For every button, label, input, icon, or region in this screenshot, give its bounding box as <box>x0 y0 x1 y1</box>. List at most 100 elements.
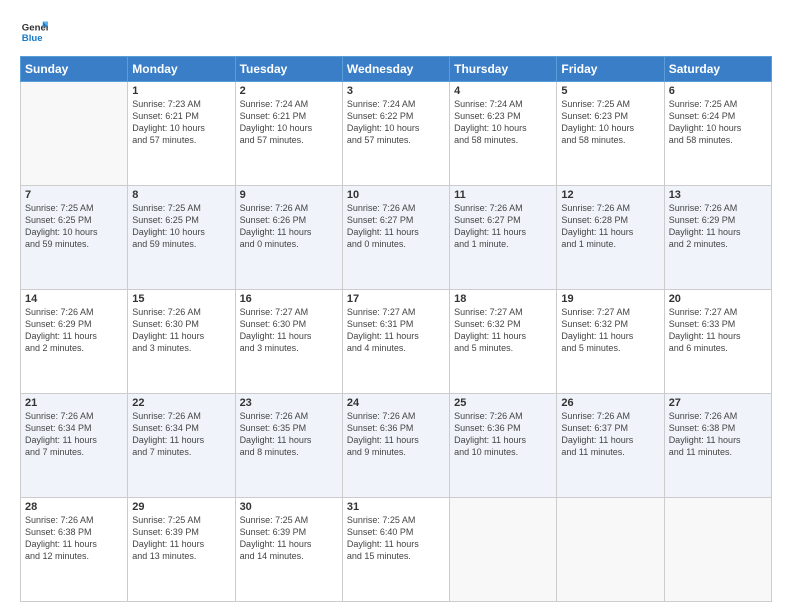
calendar-cell: 4Sunrise: 7:24 AMSunset: 6:23 PMDaylight… <box>450 82 557 186</box>
day-number: 31 <box>347 501 445 513</box>
day-info: Sunrise: 7:26 AMSunset: 6:38 PMDaylight:… <box>25 514 123 563</box>
day-number: 8 <box>132 189 230 201</box>
calendar-cell: 20Sunrise: 7:27 AMSunset: 6:33 PMDayligh… <box>664 290 771 394</box>
day-number: 17 <box>347 293 445 305</box>
calendar-cell <box>21 82 128 186</box>
day-number: 18 <box>454 293 552 305</box>
day-info: Sunrise: 7:24 AMSunset: 6:21 PMDaylight:… <box>240 98 338 147</box>
day-number: 20 <box>669 293 767 305</box>
weekday-header-saturday: Saturday <box>664 57 771 82</box>
logo-icon: General Blue <box>20 18 48 46</box>
calendar-cell: 11Sunrise: 7:26 AMSunset: 6:27 PMDayligh… <box>450 186 557 290</box>
calendar-cell: 27Sunrise: 7:26 AMSunset: 6:38 PMDayligh… <box>664 394 771 498</box>
calendar-cell: 10Sunrise: 7:26 AMSunset: 6:27 PMDayligh… <box>342 186 449 290</box>
day-number: 25 <box>454 397 552 409</box>
day-number: 15 <box>132 293 230 305</box>
calendar-cell: 9Sunrise: 7:26 AMSunset: 6:26 PMDaylight… <box>235 186 342 290</box>
day-info: Sunrise: 7:25 AMSunset: 6:39 PMDaylight:… <box>240 514 338 563</box>
day-number: 26 <box>561 397 659 409</box>
day-number: 7 <box>25 189 123 201</box>
day-number: 24 <box>347 397 445 409</box>
day-number: 29 <box>132 501 230 513</box>
calendar-cell: 6Sunrise: 7:25 AMSunset: 6:24 PMDaylight… <box>664 82 771 186</box>
day-info: Sunrise: 7:26 AMSunset: 6:28 PMDaylight:… <box>561 202 659 251</box>
day-number: 19 <box>561 293 659 305</box>
calendar-cell: 17Sunrise: 7:27 AMSunset: 6:31 PMDayligh… <box>342 290 449 394</box>
day-info: Sunrise: 7:24 AMSunset: 6:22 PMDaylight:… <box>347 98 445 147</box>
day-info: Sunrise: 7:26 AMSunset: 6:35 PMDaylight:… <box>240 410 338 459</box>
day-info: Sunrise: 7:26 AMSunset: 6:29 PMDaylight:… <box>25 306 123 355</box>
day-info: Sunrise: 7:25 AMSunset: 6:23 PMDaylight:… <box>561 98 659 147</box>
day-info: Sunrise: 7:26 AMSunset: 6:27 PMDaylight:… <box>347 202 445 251</box>
calendar-cell: 23Sunrise: 7:26 AMSunset: 6:35 PMDayligh… <box>235 394 342 498</box>
day-number: 27 <box>669 397 767 409</box>
calendar-cell: 28Sunrise: 7:26 AMSunset: 6:38 PMDayligh… <box>21 498 128 602</box>
weekday-header-sunday: Sunday <box>21 57 128 82</box>
day-info: Sunrise: 7:26 AMSunset: 6:26 PMDaylight:… <box>240 202 338 251</box>
day-number: 1 <box>132 85 230 97</box>
week-row-3: 14Sunrise: 7:26 AMSunset: 6:29 PMDayligh… <box>21 290 772 394</box>
calendar-cell: 2Sunrise: 7:24 AMSunset: 6:21 PMDaylight… <box>235 82 342 186</box>
day-info: Sunrise: 7:26 AMSunset: 6:38 PMDaylight:… <box>669 410 767 459</box>
day-number: 12 <box>561 189 659 201</box>
calendar-cell: 24Sunrise: 7:26 AMSunset: 6:36 PMDayligh… <box>342 394 449 498</box>
day-number: 6 <box>669 85 767 97</box>
week-row-4: 21Sunrise: 7:26 AMSunset: 6:34 PMDayligh… <box>21 394 772 498</box>
day-number: 2 <box>240 85 338 97</box>
calendar-cell: 22Sunrise: 7:26 AMSunset: 6:34 PMDayligh… <box>128 394 235 498</box>
calendar-cell: 19Sunrise: 7:27 AMSunset: 6:32 PMDayligh… <box>557 290 664 394</box>
day-number: 30 <box>240 501 338 513</box>
calendar-cell: 8Sunrise: 7:25 AMSunset: 6:25 PMDaylight… <box>128 186 235 290</box>
day-number: 11 <box>454 189 552 201</box>
calendar-cell: 5Sunrise: 7:25 AMSunset: 6:23 PMDaylight… <box>557 82 664 186</box>
calendar-cell: 31Sunrise: 7:25 AMSunset: 6:40 PMDayligh… <box>342 498 449 602</box>
day-info: Sunrise: 7:24 AMSunset: 6:23 PMDaylight:… <box>454 98 552 147</box>
week-row-5: 28Sunrise: 7:26 AMSunset: 6:38 PMDayligh… <box>21 498 772 602</box>
weekday-header-tuesday: Tuesday <box>235 57 342 82</box>
calendar-cell: 3Sunrise: 7:24 AMSunset: 6:22 PMDaylight… <box>342 82 449 186</box>
day-info: Sunrise: 7:25 AMSunset: 6:39 PMDaylight:… <box>132 514 230 563</box>
day-number: 9 <box>240 189 338 201</box>
day-info: Sunrise: 7:27 AMSunset: 6:30 PMDaylight:… <box>240 306 338 355</box>
day-info: Sunrise: 7:25 AMSunset: 6:25 PMDaylight:… <box>132 202 230 251</box>
day-info: Sunrise: 7:26 AMSunset: 6:34 PMDaylight:… <box>25 410 123 459</box>
weekday-header-friday: Friday <box>557 57 664 82</box>
day-number: 21 <box>25 397 123 409</box>
day-number: 23 <box>240 397 338 409</box>
day-info: Sunrise: 7:26 AMSunset: 6:27 PMDaylight:… <box>454 202 552 251</box>
day-info: Sunrise: 7:25 AMSunset: 6:40 PMDaylight:… <box>347 514 445 563</box>
weekday-header-wednesday: Wednesday <box>342 57 449 82</box>
calendar-cell: 18Sunrise: 7:27 AMSunset: 6:32 PMDayligh… <box>450 290 557 394</box>
calendar-cell: 26Sunrise: 7:26 AMSunset: 6:37 PMDayligh… <box>557 394 664 498</box>
day-info: Sunrise: 7:27 AMSunset: 6:32 PMDaylight:… <box>454 306 552 355</box>
weekday-header-thursday: Thursday <box>450 57 557 82</box>
week-row-1: 1Sunrise: 7:23 AMSunset: 6:21 PMDaylight… <box>21 82 772 186</box>
day-number: 16 <box>240 293 338 305</box>
page-header: General Blue <box>20 18 772 46</box>
calendar-cell: 25Sunrise: 7:26 AMSunset: 6:36 PMDayligh… <box>450 394 557 498</box>
day-number: 3 <box>347 85 445 97</box>
day-info: Sunrise: 7:25 AMSunset: 6:24 PMDaylight:… <box>669 98 767 147</box>
calendar-cell: 29Sunrise: 7:25 AMSunset: 6:39 PMDayligh… <box>128 498 235 602</box>
day-info: Sunrise: 7:27 AMSunset: 6:32 PMDaylight:… <box>561 306 659 355</box>
day-number: 5 <box>561 85 659 97</box>
day-number: 14 <box>25 293 123 305</box>
day-info: Sunrise: 7:26 AMSunset: 6:37 PMDaylight:… <box>561 410 659 459</box>
day-number: 10 <box>347 189 445 201</box>
day-number: 4 <box>454 85 552 97</box>
day-number: 22 <box>132 397 230 409</box>
weekday-header-monday: Monday <box>128 57 235 82</box>
day-info: Sunrise: 7:26 AMSunset: 6:30 PMDaylight:… <box>132 306 230 355</box>
day-info: Sunrise: 7:23 AMSunset: 6:21 PMDaylight:… <box>132 98 230 147</box>
day-info: Sunrise: 7:26 AMSunset: 6:29 PMDaylight:… <box>669 202 767 251</box>
calendar-cell: 13Sunrise: 7:26 AMSunset: 6:29 PMDayligh… <box>664 186 771 290</box>
calendar-cell: 21Sunrise: 7:26 AMSunset: 6:34 PMDayligh… <box>21 394 128 498</box>
calendar-cell: 30Sunrise: 7:25 AMSunset: 6:39 PMDayligh… <box>235 498 342 602</box>
day-info: Sunrise: 7:26 AMSunset: 6:36 PMDaylight:… <box>454 410 552 459</box>
day-info: Sunrise: 7:27 AMSunset: 6:31 PMDaylight:… <box>347 306 445 355</box>
day-info: Sunrise: 7:27 AMSunset: 6:33 PMDaylight:… <box>669 306 767 355</box>
calendar-cell: 15Sunrise: 7:26 AMSunset: 6:30 PMDayligh… <box>128 290 235 394</box>
calendar-cell <box>664 498 771 602</box>
day-info: Sunrise: 7:26 AMSunset: 6:36 PMDaylight:… <box>347 410 445 459</box>
logo: General Blue <box>20 18 48 46</box>
